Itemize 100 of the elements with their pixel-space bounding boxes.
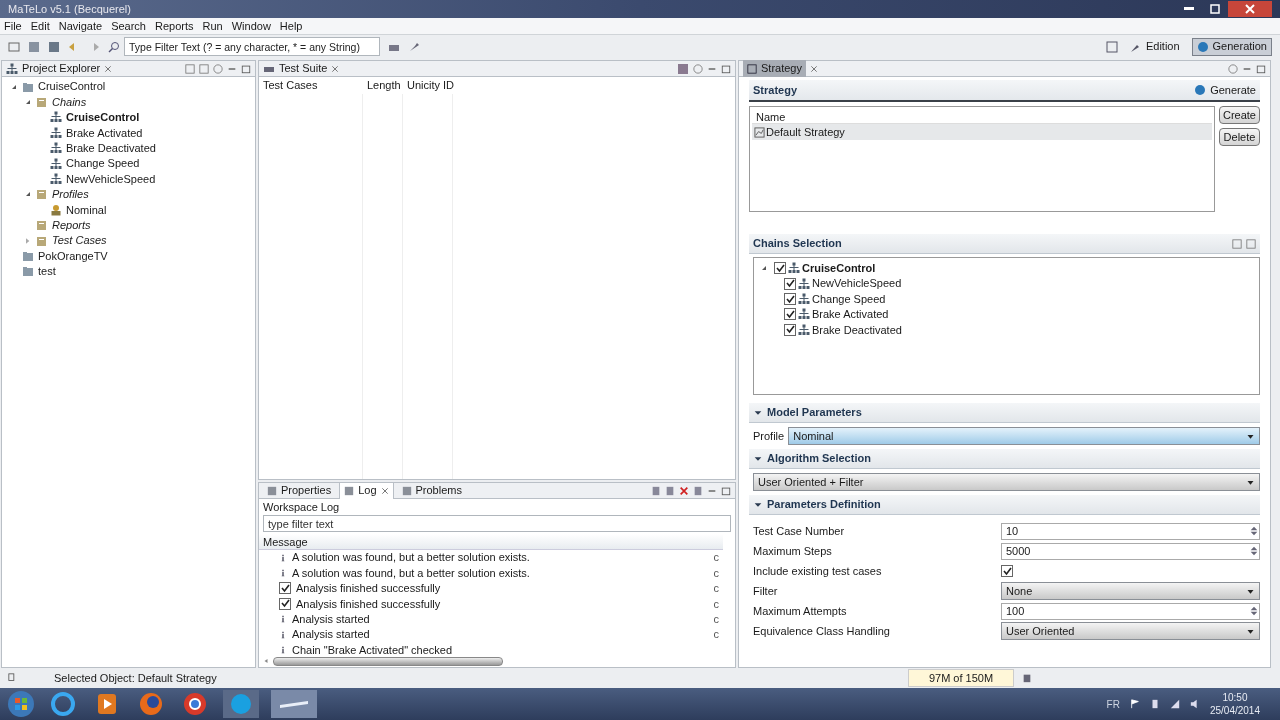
expand-arrow-icon[interactable] xyxy=(24,236,32,245)
folder-icon xyxy=(36,188,48,201)
close-icon xyxy=(1245,4,1255,14)
speaker-icon[interactable] xyxy=(1189,699,1200,709)
chart-icon xyxy=(754,126,765,138)
number-field[interactable]: 100 xyxy=(1001,602,1260,620)
number-field[interactable]: 5000 xyxy=(1001,542,1260,560)
tree-item[interactable]: Profiles xyxy=(52,186,89,203)
menu-item[interactable]: Edit xyxy=(30,17,50,35)
field-label: Include existing test cases xyxy=(753,563,883,579)
column-header[interactable]: Test Cases xyxy=(259,77,363,94)
menu-item[interactable]: Run xyxy=(202,17,223,35)
dropdown[interactable]: User Oriented xyxy=(1001,622,1260,640)
view-tab[interactable]: Log xyxy=(339,483,394,499)
new-window-icon[interactable] xyxy=(8,40,20,53)
flag-icon[interactable] xyxy=(1129,699,1140,709)
dropdown[interactable]: User Oriented + Filter xyxy=(753,473,1260,491)
checkbox[interactable] xyxy=(279,582,291,595)
number-field[interactable]: 10 xyxy=(1001,522,1260,540)
section-header[interactable]: Parameters Definition xyxy=(749,495,1260,515)
hierarchy-icon xyxy=(798,293,810,306)
app-window-icon[interactable] xyxy=(270,689,318,719)
close-icon[interactable] xyxy=(380,486,389,495)
view-tab[interactable]: Test Suite xyxy=(263,60,328,77)
tree-item[interactable]: Test Cases xyxy=(52,232,107,249)
generate-button[interactable]: Generate xyxy=(1194,81,1256,99)
tree-item[interactable]: Brake Activated xyxy=(812,306,889,323)
tree-item[interactable]: CruiseControl xyxy=(802,259,876,277)
checkbox[interactable] xyxy=(784,323,796,336)
section-header[interactable]: Algorithm Selection xyxy=(749,449,1260,469)
close-icon[interactable] xyxy=(809,64,818,73)
language-indicator[interactable]: FR xyxy=(1106,696,1120,712)
checkbox[interactable] xyxy=(279,597,291,610)
log-message: A solution was found, but a better solution exists. xyxy=(292,565,531,581)
tree-item[interactable]: NewVehicleSpeed xyxy=(66,170,156,188)
collapse-arrow-icon[interactable] xyxy=(760,264,768,272)
dropdown[interactable]: None xyxy=(1001,582,1260,600)
perspective-icon[interactable] xyxy=(1105,40,1118,53)
collapse-arrow-icon[interactable] xyxy=(24,190,32,199)
hierarchy-icon xyxy=(6,62,18,75)
column-header[interactable]: Unicity ID xyxy=(403,77,453,94)
spinner-arrows-icon xyxy=(1249,604,1259,618)
view-tab[interactable]: Strategy xyxy=(743,60,806,77)
chat-app-icon[interactable] xyxy=(222,689,260,719)
folder-icon xyxy=(22,80,34,93)
field-label: Filter xyxy=(753,583,779,599)
filter-field[interactable]: Type Filter Text (? = any character, * = any String) xyxy=(124,37,380,56)
memory-indicator: 97M of 150M xyxy=(908,668,1014,688)
filter-field[interactable]: type filter text xyxy=(263,515,731,532)
tree-item[interactable]: NewVehicleSpeed xyxy=(812,275,902,292)
checkbox[interactable] xyxy=(774,262,786,274)
menu-item[interactable]: Search xyxy=(111,17,146,35)
menu-item[interactable]: File xyxy=(4,17,22,35)
checkbox[interactable] xyxy=(1001,565,1013,577)
start-button[interactable] xyxy=(6,689,36,719)
tree-item[interactable]: Change Speed xyxy=(812,290,886,308)
scrollbar-thumb[interactable] xyxy=(273,656,503,666)
tree-item[interactable]: test xyxy=(38,263,56,280)
checkbox[interactable] xyxy=(784,293,796,306)
signal-icon[interactable] xyxy=(1169,699,1180,709)
dropdown[interactable]: Nominal xyxy=(788,427,1260,445)
menu-item[interactable]: Navigate xyxy=(58,17,103,35)
tree-item[interactable]: CruiseControl xyxy=(66,109,140,126)
tree-item[interactable]: CruiseControl xyxy=(38,78,106,95)
column-header[interactable]: Length xyxy=(363,77,403,94)
section-title: Model Parameters xyxy=(767,405,862,421)
checkbox[interactable] xyxy=(784,308,796,321)
view-tab[interactable]: Properties xyxy=(263,483,336,499)
folder-icon xyxy=(36,219,48,232)
column-header[interactable]: Message xyxy=(259,534,723,550)
menu-item[interactable]: Window xyxy=(231,17,271,35)
menu-item[interactable]: Reports xyxy=(155,17,194,35)
hierarchy-icon xyxy=(50,126,62,139)
perspective-button[interactable]: Generation xyxy=(1191,37,1272,56)
perspective-button[interactable]: Edition xyxy=(1125,37,1184,56)
tree-item[interactable]: Change Speed xyxy=(66,155,140,172)
action-button[interactable]: Delete xyxy=(1218,128,1260,146)
view-tab[interactable]: Problems xyxy=(397,483,466,499)
maximize-icon xyxy=(1256,63,1266,74)
section-title: Chains Selection xyxy=(753,236,843,252)
tree-item[interactable]: Brake Activated xyxy=(66,124,143,142)
menu-item[interactable]: Help xyxy=(279,17,303,35)
hierarchy-icon xyxy=(50,173,62,186)
table-row[interactable]: Default Strategy xyxy=(752,124,1212,140)
tree-item[interactable]: Nominal xyxy=(66,201,107,219)
delete-icon[interactable] xyxy=(679,485,689,496)
checkbox[interactable] xyxy=(784,277,796,290)
tree-item[interactable]: Brake Deactivated xyxy=(812,321,902,339)
log-message: Analysis finished successfully xyxy=(296,596,442,612)
hierarchy-icon xyxy=(50,142,62,155)
log-message: Analysis started xyxy=(292,627,371,643)
section-header[interactable]: Model Parameters xyxy=(749,403,1260,423)
action-button[interactable]: Create xyxy=(1218,106,1260,124)
close-icon[interactable] xyxy=(331,64,340,73)
close-icon[interactable] xyxy=(104,64,113,73)
tree-item[interactable]: Chains xyxy=(52,93,87,111)
close-button[interactable] xyxy=(1228,1,1272,17)
tree-item[interactable]: PokOrangeTV xyxy=(38,247,108,265)
tree-item[interactable]: Brake Deactivated xyxy=(66,140,156,157)
tree-item[interactable]: Reports xyxy=(52,216,91,234)
